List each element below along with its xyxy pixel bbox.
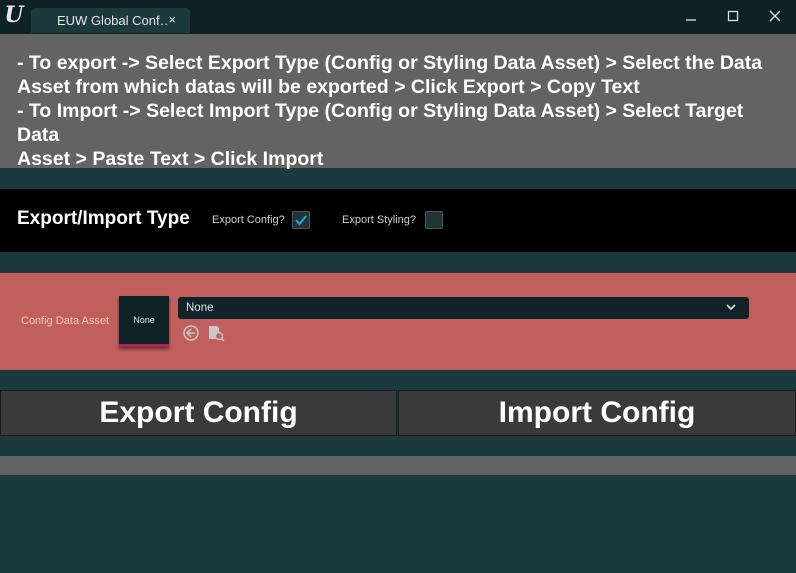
export-import-type-panel: Export/Import Type Export Config? Export…: [0, 189, 796, 252]
export-styling-checkbox[interactable]: [425, 211, 443, 229]
instruction-line: Asset from which datas will be exported …: [17, 76, 640, 98]
asset-picker-dropdown[interactable]: None: [178, 297, 749, 319]
minimize-icon: [686, 19, 696, 21]
tab-close-icon[interactable]: ×: [168, 12, 176, 27]
export-config-button[interactable]: Export Config: [0, 390, 397, 436]
chevron-down-icon: [726, 304, 736, 311]
instruction-line: Asset > Paste Text > Click Import: [17, 148, 324, 170]
instructions-panel: - To export -> Select Export Type (Confi…: [0, 34, 796, 170]
text-output-bar[interactable]: [0, 456, 796, 475]
close-button[interactable]: [760, 4, 790, 28]
tab-euw-global-config[interactable]: EUW Global Conf… ×: [31, 8, 190, 33]
import-config-button[interactable]: Import Config: [398, 390, 796, 436]
export-config-label: Export Config?: [212, 214, 285, 226]
action-buttons: Export Config Import Config: [0, 390, 796, 436]
browse-to-asset-icon[interactable]: [182, 324, 200, 342]
dropdown-value: None: [186, 302, 214, 314]
thumbnail-text: None: [133, 315, 155, 325]
asset-thumbnail[interactable]: None: [119, 296, 169, 347]
title-bar: U EUW Global Conf… ×: [0, 0, 796, 34]
maximize-button[interactable]: [718, 4, 748, 28]
unreal-logo-icon: U: [4, 2, 24, 28]
config-data-asset-label: Config Data Asset: [21, 315, 110, 327]
maximize-icon: [727, 10, 739, 22]
use-selected-asset-icon[interactable]: [207, 324, 225, 342]
close-icon: [769, 10, 781, 22]
tab-label: EUW Global Conf…: [57, 13, 167, 28]
export-styling-label: Export Styling?: [342, 214, 416, 226]
config-data-asset-panel: Config Data Asset None None: [0, 273, 796, 370]
minimize-button[interactable]: [676, 4, 706, 28]
checkmark-icon: [295, 215, 307, 226]
type-title: Export/Import Type: [17, 208, 190, 229]
export-config-checkbox[interactable]: [292, 211, 310, 229]
instruction-line: - To Import -> Select Import Type (Confi…: [17, 100, 749, 146]
instruction-line: - To export -> Select Export Type (Confi…: [17, 52, 763, 74]
